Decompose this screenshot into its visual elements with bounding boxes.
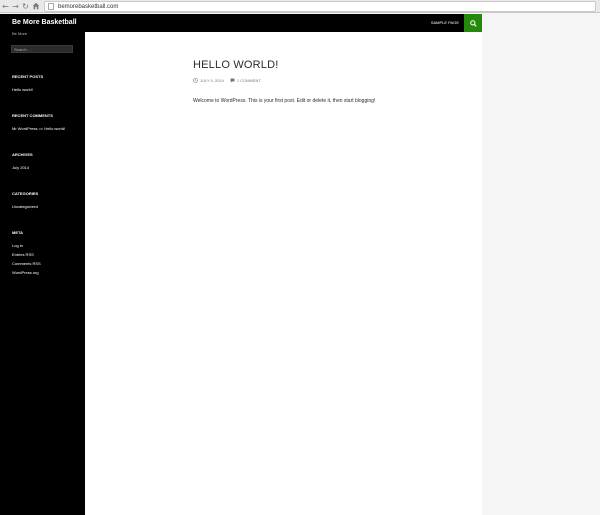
primary-navigation: SAMPLE PAGE bbox=[85, 14, 482, 32]
meta-link-login[interactable]: Log in bbox=[12, 243, 23, 248]
widget-title-categories: CATEGORIES bbox=[12, 191, 39, 196]
forward-arrow-icon[interactable]: → bbox=[11, 1, 20, 12]
sidebar: Be More Basketball Be More Search … RECE… bbox=[0, 14, 85, 515]
url-text: bemorebasketball.com bbox=[58, 3, 119, 10]
widget-title-archives: ARCHIVES bbox=[12, 152, 33, 157]
meta-link-wordpress-org[interactable]: WordPress.org bbox=[12, 270, 39, 275]
post-comments-text: 1 COMMENT bbox=[236, 78, 261, 83]
page-icon bbox=[48, 3, 54, 10]
post-title[interactable]: HELLO WORLD! bbox=[193, 59, 279, 71]
meta-link-comments-rss[interactable]: Comments RSS bbox=[12, 261, 41, 266]
post-meta: JULY 9, 2014 1 COMMENT bbox=[193, 78, 267, 83]
right-background bbox=[482, 14, 600, 515]
search-toggle-button[interactable] bbox=[464, 14, 482, 32]
back-arrow-icon[interactable]: ← bbox=[1, 1, 10, 12]
post-body: Welcome to WordPress. This is your first… bbox=[193, 98, 376, 104]
archive-link[interactable]: July 2014 bbox=[12, 165, 29, 170]
category-link[interactable]: Uncategorized bbox=[12, 204, 38, 209]
site-title[interactable]: Be More Basketball bbox=[12, 19, 77, 26]
address-bar[interactable]: bemorebasketball.com bbox=[44, 1, 596, 12]
post-date-text: JULY 9, 2014 bbox=[200, 78, 224, 83]
meta-link-entries-rss[interactable]: Entries RSS bbox=[12, 252, 34, 257]
recent-post-link[interactable]: Hello world! bbox=[12, 87, 33, 92]
comment-bubble-icon bbox=[230, 78, 235, 83]
widget-title-meta: META bbox=[12, 230, 24, 235]
comment-connector: on bbox=[38, 126, 44, 131]
browser-toolbar: ← → ↻ bemorebasketball.com bbox=[0, 0, 600, 13]
nav-item-sample-page[interactable]: SAMPLE PAGE bbox=[431, 20, 459, 25]
post-date[interactable]: JULY 9, 2014 bbox=[193, 78, 224, 83]
post-comments-link[interactable]: 1 COMMENT bbox=[230, 78, 261, 83]
main-content: HELLO WORLD! JULY 9, 2014 1 COMMENT Welc… bbox=[85, 32, 482, 515]
recent-comment: Mr WordPress on Hello world! bbox=[12, 126, 65, 131]
comment-post-link[interactable]: Hello world! bbox=[44, 126, 65, 131]
clock-icon bbox=[193, 78, 198, 83]
search-input[interactable]: Search … bbox=[11, 45, 73, 53]
comment-author-link[interactable]: Mr WordPress bbox=[12, 126, 37, 131]
reload-icon[interactable]: ↻ bbox=[21, 1, 30, 12]
home-icon[interactable] bbox=[31, 1, 40, 12]
widget-title-recent-posts: RECENT POSTS bbox=[12, 74, 44, 79]
site-description: Be More bbox=[12, 31, 28, 36]
search-icon bbox=[469, 19, 477, 27]
search-placeholder: Search … bbox=[14, 47, 32, 52]
widget-title-recent-comments: RECENT COMMENTS bbox=[12, 113, 53, 118]
